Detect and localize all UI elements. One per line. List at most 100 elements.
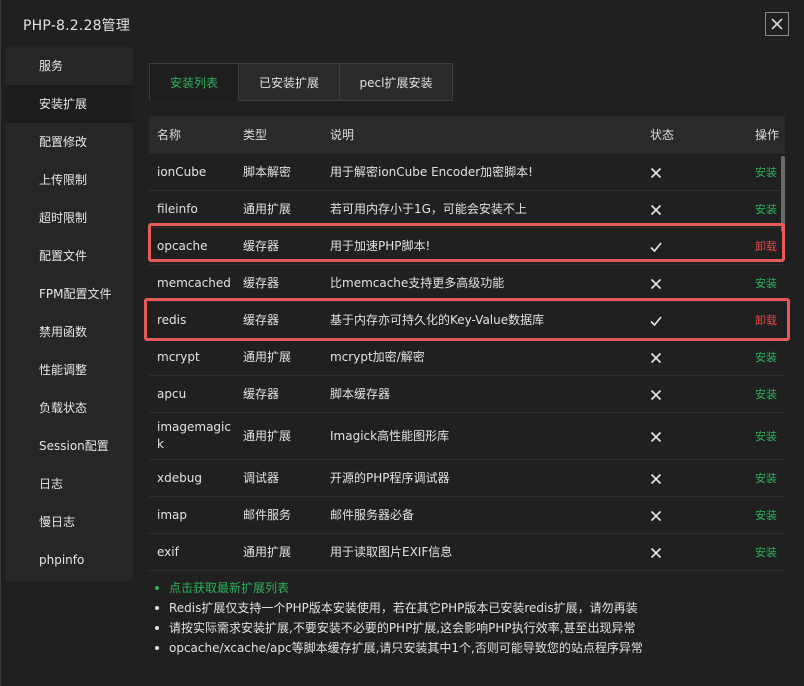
table-row: ionCube 脚本解密 用于解密ionCube Encoder加密脚本! 安装	[149, 154, 785, 191]
sidebar-item[interactable]: 超时限制	[5, 199, 133, 237]
table-row: apcu 缓存器 脚本缓存器 安装	[149, 376, 785, 413]
cross-icon	[650, 473, 662, 485]
refresh-extension-list-link[interactable]: 点击获取最新扩展列表	[151, 578, 791, 598]
extension-type: 通用扩展	[243, 202, 292, 216]
tab-installed-extensions[interactable]: 已安装扩展	[239, 63, 340, 101]
sidebar-item[interactable]: 服务	[5, 47, 133, 85]
header-status: 状态	[650, 128, 675, 142]
install-button[interactable]: 安装	[755, 534, 777, 571]
extension-name: memcached	[157, 276, 231, 290]
sidebar-item[interactable]: 性能调整	[5, 351, 133, 389]
extension-description: 用于解密ionCube Encoder加密脚本!	[330, 165, 533, 179]
tab-bar: 安装列表 已安装扩展 pecl扩展安装	[149, 63, 453, 101]
install-button[interactable]: 安装	[755, 376, 777, 413]
install-button[interactable]: 安装	[755, 413, 777, 460]
sidebar-item[interactable]: 日志	[5, 465, 133, 503]
sidebar-item[interactable]: 负载状态	[5, 389, 133, 427]
sidebar-item[interactable]: Session配置	[5, 427, 133, 465]
dialog-title: PHP-8.2.28管理	[23, 18, 131, 34]
cross-icon	[650, 167, 662, 179]
header-name: 名称	[157, 128, 182, 142]
extension-description: 基于内存亦可持久化的Key-Value数据库	[330, 313, 545, 327]
cross-icon	[650, 431, 662, 443]
sidebar-item[interactable]: 配置文件	[5, 237, 133, 275]
cross-icon	[650, 389, 662, 401]
install-button[interactable]: 安装	[755, 154, 777, 191]
extension-name: redis	[157, 313, 187, 327]
cross-icon	[650, 278, 662, 290]
table-row: imagemagick 通用扩展 Imagick高性能图形库 安装	[149, 413, 785, 460]
install-button[interactable]: 安装	[755, 339, 777, 376]
dialog-titlebar: PHP-8.2.28管理	[1, 0, 804, 48]
uninstall-button[interactable]: 卸载	[755, 302, 777, 339]
extension-description: 开源的PHP程序调试器	[330, 471, 450, 485]
extension-type: 邮件服务	[243, 508, 292, 522]
sidebar-item[interactable]: 上传限制	[5, 161, 133, 199]
extension-type: 通用扩展	[243, 429, 292, 443]
extension-type: 通用扩展	[243, 545, 292, 559]
extension-name: opcache	[157, 239, 208, 253]
extension-type: 通用扩展	[243, 350, 292, 364]
notes-list: 点击获取最新扩展列表 Redis扩展仅支持一个PHP版本安装使用，若在其它PHP…	[151, 578, 791, 658]
extension-name: fileinfo	[157, 202, 198, 216]
extension-name: xdebug	[157, 471, 202, 485]
check-icon	[650, 242, 662, 253]
extension-description: 若可用内存小于1G，可能会安装不上	[330, 202, 527, 216]
extension-type: 缓存器	[243, 276, 280, 290]
table-row: xdebug 调试器 开源的PHP程序调试器 安装	[149, 460, 785, 497]
extension-name: imagemagick	[157, 420, 231, 451]
sidebar-menu: 服务 安装扩展 配置修改 上传限制 超时限制 配置文件 FPM配置文件 禁用函数 性能调整 负载状…	[5, 47, 133, 581]
extension-type: 缓存器	[243, 387, 280, 401]
table-row: mcrypt 通用扩展 mcrypt加密/解密 安装	[149, 339, 785, 376]
extension-type: 缓存器	[243, 239, 280, 253]
table-row: exif 通用扩展 用于读取图片EXIF信息 安装	[149, 534, 785, 571]
tab-install-list[interactable]: 安装列表	[149, 63, 239, 101]
uninstall-button[interactable]: 卸载	[755, 228, 777, 265]
extension-description: 用于加速PHP脚本!	[330, 239, 431, 253]
note-item: opcache/xcache/apc等脚本缓存扩展,请只安装其中1个,否则可能导…	[151, 638, 791, 658]
check-icon	[650, 316, 662, 327]
cross-icon	[650, 547, 662, 559]
sidebar-item[interactable]: FPM配置文件	[5, 275, 133, 313]
header-action: 操作	[755, 128, 780, 142]
extension-type: 调试器	[243, 471, 280, 485]
table-row: imap 邮件服务 邮件服务器必备 安装	[149, 497, 785, 534]
extension-type: 缓存器	[243, 313, 280, 327]
table-header: 名称 类型 说明 状态 操作	[149, 116, 785, 154]
close-icon	[771, 18, 783, 30]
close-button[interactable]	[765, 12, 789, 36]
extension-description: Imagick高性能图形库	[330, 429, 450, 443]
table-row: redis 缓存器 基于内存亦可持久化的Key-Value数据库 卸载	[149, 302, 785, 339]
header-type: 类型	[243, 128, 268, 142]
install-button[interactable]: 安装	[755, 460, 777, 497]
php-manager-dialog: PHP-8.2.28管理 服务 安装扩展 配置修改 上传限制 超时限制 配置文件 FPM配置…	[0, 0, 804, 686]
extension-name: imap	[157, 508, 187, 522]
table-row: fileinfo 通用扩展 若可用内存小于1G，可能会安装不上 安装	[149, 191, 785, 228]
note-item: 请按实际需求安装扩展,不要安装不必要的PHP扩展,这会影响PHP执行效率,甚至出…	[151, 618, 791, 638]
table-row: memcached 缓存器 比memcache支持更多高级功能 安装	[149, 265, 785, 302]
extension-name: apcu	[157, 387, 187, 401]
install-button[interactable]: 安装	[755, 191, 777, 228]
install-button[interactable]: 安装	[755, 265, 777, 302]
extensions-table: 名称 类型 说明 状态 操作 ionCube 脚本解密 用于解密ionCube En…	[149, 116, 785, 572]
sidebar-item[interactable]: phpinfo	[5, 541, 133, 579]
table-scrollbar[interactable]	[781, 156, 785, 232]
extension-type: 脚本解密	[243, 165, 292, 179]
header-desc: 说明	[330, 128, 355, 142]
extension-description: 邮件服务器必备	[330, 508, 415, 522]
extension-name: exif	[157, 545, 179, 559]
sidebar-item[interactable]: 禁用函数	[5, 313, 133, 351]
install-button[interactable]: 安装	[755, 497, 777, 534]
cross-icon	[650, 510, 662, 522]
cross-icon	[650, 352, 662, 364]
sidebar-item[interactable]: 慢日志	[5, 503, 133, 541]
extension-name: mcrypt	[157, 350, 200, 364]
extension-description: 脚本缓存器	[330, 387, 391, 401]
note-item: Redis扩展仅支持一个PHP版本安装使用，若在其它PHP版本已安装redis扩…	[151, 598, 791, 618]
cross-icon	[650, 204, 662, 216]
table-row: opcache 缓存器 用于加速PHP脚本! 卸载	[149, 228, 785, 265]
sidebar-item[interactable]: 安装扩展	[5, 85, 133, 123]
extension-name: ionCube	[157, 165, 207, 179]
tab-pecl-install[interactable]: pecl扩展安装	[340, 63, 453, 101]
sidebar-item[interactable]: 配置修改	[5, 123, 133, 161]
